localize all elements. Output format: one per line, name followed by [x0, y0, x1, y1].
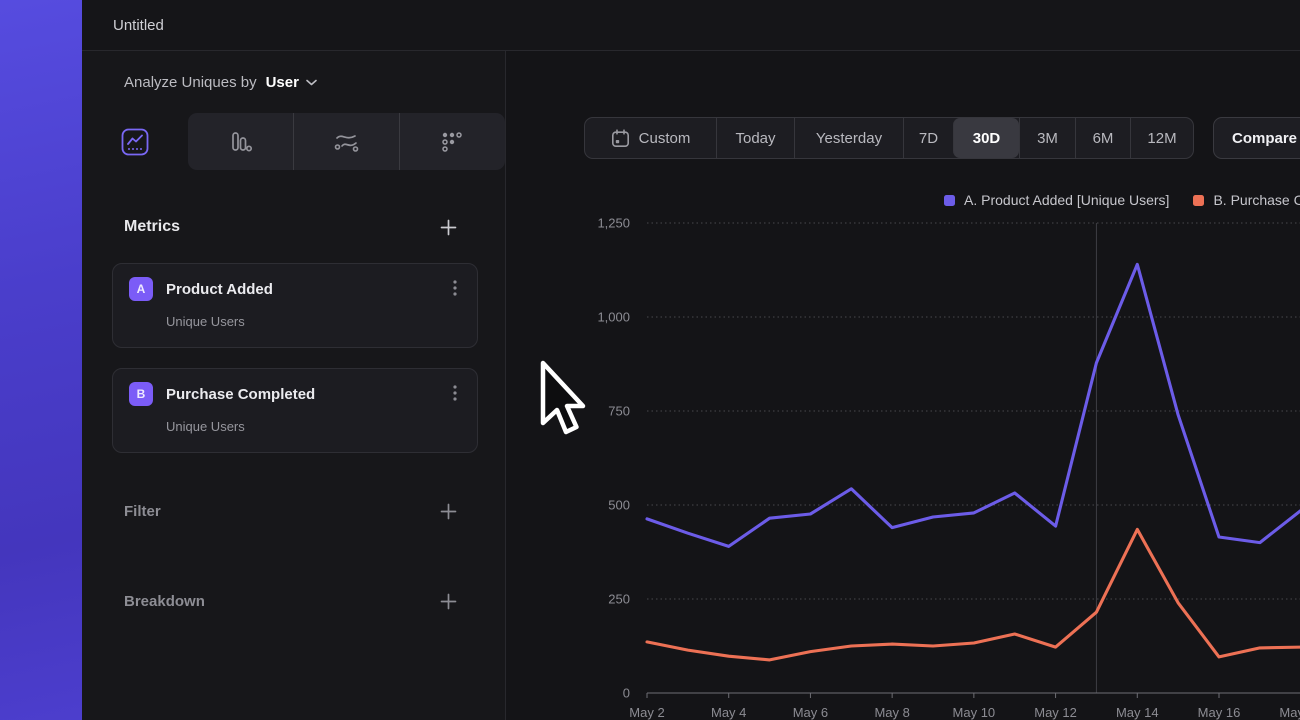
metric-measurement: Unique Users	[166, 419, 461, 434]
compare-button[interactable]: Compare	[1213, 117, 1300, 159]
x-tick-label: May 10	[953, 705, 996, 720]
range-7d[interactable]: 7D	[903, 118, 953, 158]
metric-options-button[interactable]	[449, 278, 461, 301]
breakdown-title: Breakdown	[124, 593, 205, 610]
metric-name: Product Added	[166, 281, 449, 298]
analyze-by-row: Analyze Uniques by User	[82, 51, 505, 113]
y-tick-label: 250	[608, 592, 630, 607]
chart-panel: 0 250 500 750 1,000 1,250 May 2 May 4 May 6 May 8…	[506, 51, 1300, 720]
range-3m[interactable]: 3M	[1019, 118, 1075, 158]
legend-item-b: B. Purchase Completed [Unique Users]	[1193, 192, 1300, 208]
filter-section-header: Filter	[82, 499, 505, 523]
query-sidebar: Analyze Uniques by User	[82, 51, 506, 720]
analyze-by-value: User	[266, 74, 299, 91]
y-tick-label: 1,250	[597, 216, 630, 231]
chart-legend: A. Product Added [Unique Users] B. Purch…	[944, 192, 1300, 208]
range-label: Custom	[639, 130, 691, 147]
chart-type-tab-group	[188, 113, 505, 170]
metric-card-product-added[interactable]: A Product Added Unique Users	[112, 263, 478, 348]
filter-title: Filter	[124, 503, 161, 520]
breakdown-section-header: Breakdown	[82, 589, 505, 613]
metric-badge-a: A	[129, 277, 153, 301]
y-tick-label: 0	[623, 686, 630, 701]
range-today[interactable]: Today	[716, 118, 794, 158]
tab-flows[interactable]	[293, 113, 399, 170]
range-12m[interactable]: 12M	[1130, 118, 1193, 158]
x-tick-label: May 6	[793, 705, 828, 720]
metric-card-purchase-completed[interactable]: B Purchase Completed Unique Users	[112, 368, 478, 453]
y-tick-label: 500	[608, 498, 630, 513]
legend-label-b: B. Purchase Completed [Unique Users]	[1213, 192, 1300, 208]
x-tick-label: May 14	[1116, 705, 1159, 720]
legend-swatch-a	[944, 195, 955, 206]
series-line-b	[647, 529, 1300, 660]
app-window: Untitled Analyze Uniques by User	[82, 0, 1300, 720]
x-tick-label: May 2	[629, 705, 664, 720]
plus-icon	[440, 593, 457, 610]
retention-grid-icon	[439, 129, 465, 155]
metric-options-button[interactable]	[449, 383, 461, 406]
series-line-a	[647, 264, 1300, 546]
x-tick-label: May 4	[711, 705, 746, 720]
screen: Untitled Analyze Uniques by User	[0, 0, 1300, 720]
flows-icon	[332, 129, 360, 155]
kebab-menu-icon	[453, 385, 457, 401]
kebab-menu-icon	[453, 280, 457, 296]
plus-icon	[440, 503, 457, 520]
add-breakdown-button[interactable]	[440, 593, 457, 610]
metrics-section-header: Metrics	[82, 215, 505, 239]
x-tick-label: May 12	[1034, 705, 1077, 720]
range-30d-selected[interactable]: 30D	[953, 118, 1019, 158]
tab-bar-chart[interactable]	[188, 113, 293, 170]
legend-item-a: A. Product Added [Unique Users]	[944, 192, 1169, 208]
plus-icon	[440, 219, 457, 236]
bar-chart-icon	[227, 129, 253, 155]
document-title: Untitled	[113, 17, 164, 34]
range-yesterday[interactable]: Yesterday	[794, 118, 903, 158]
metric-measurement: Unique Users	[166, 314, 461, 329]
tab-line-chart[interactable]	[82, 113, 188, 170]
range-6m[interactable]: 6M	[1075, 118, 1130, 158]
top-bar: Untitled	[82, 0, 1300, 51]
y-tick-label: 1,000	[597, 310, 630, 325]
date-range-bar: Custom Today Yesterday 7D 30D 3M 6M 12M	[584, 117, 1194, 159]
y-tick-label: 750	[608, 404, 630, 419]
x-tick-label: May 18	[1279, 705, 1300, 720]
metric-badge-b: B	[129, 382, 153, 406]
metrics-title: Metrics	[124, 218, 180, 236]
metric-name: Purchase Completed	[166, 386, 449, 403]
calendar-icon	[611, 129, 630, 148]
analyze-by-label: Analyze Uniques by	[124, 74, 257, 91]
chevron-down-icon	[306, 79, 317, 86]
analyze-by-dropdown[interactable]: User	[266, 74, 317, 91]
legend-label-a: A. Product Added [Unique Users]	[964, 192, 1169, 208]
tab-retention[interactable]	[399, 113, 505, 170]
x-tick-label: May 16	[1198, 705, 1241, 720]
add-filter-button[interactable]	[440, 503, 457, 520]
chart-type-tabs	[82, 113, 505, 170]
desktop-background	[0, 0, 82, 720]
legend-swatch-b	[1193, 195, 1204, 206]
add-metric-button[interactable]	[440, 219, 457, 236]
range-custom[interactable]: Custom	[585, 118, 716, 158]
line-chart-icon	[121, 128, 149, 156]
x-tick-label: May 8	[874, 705, 909, 720]
